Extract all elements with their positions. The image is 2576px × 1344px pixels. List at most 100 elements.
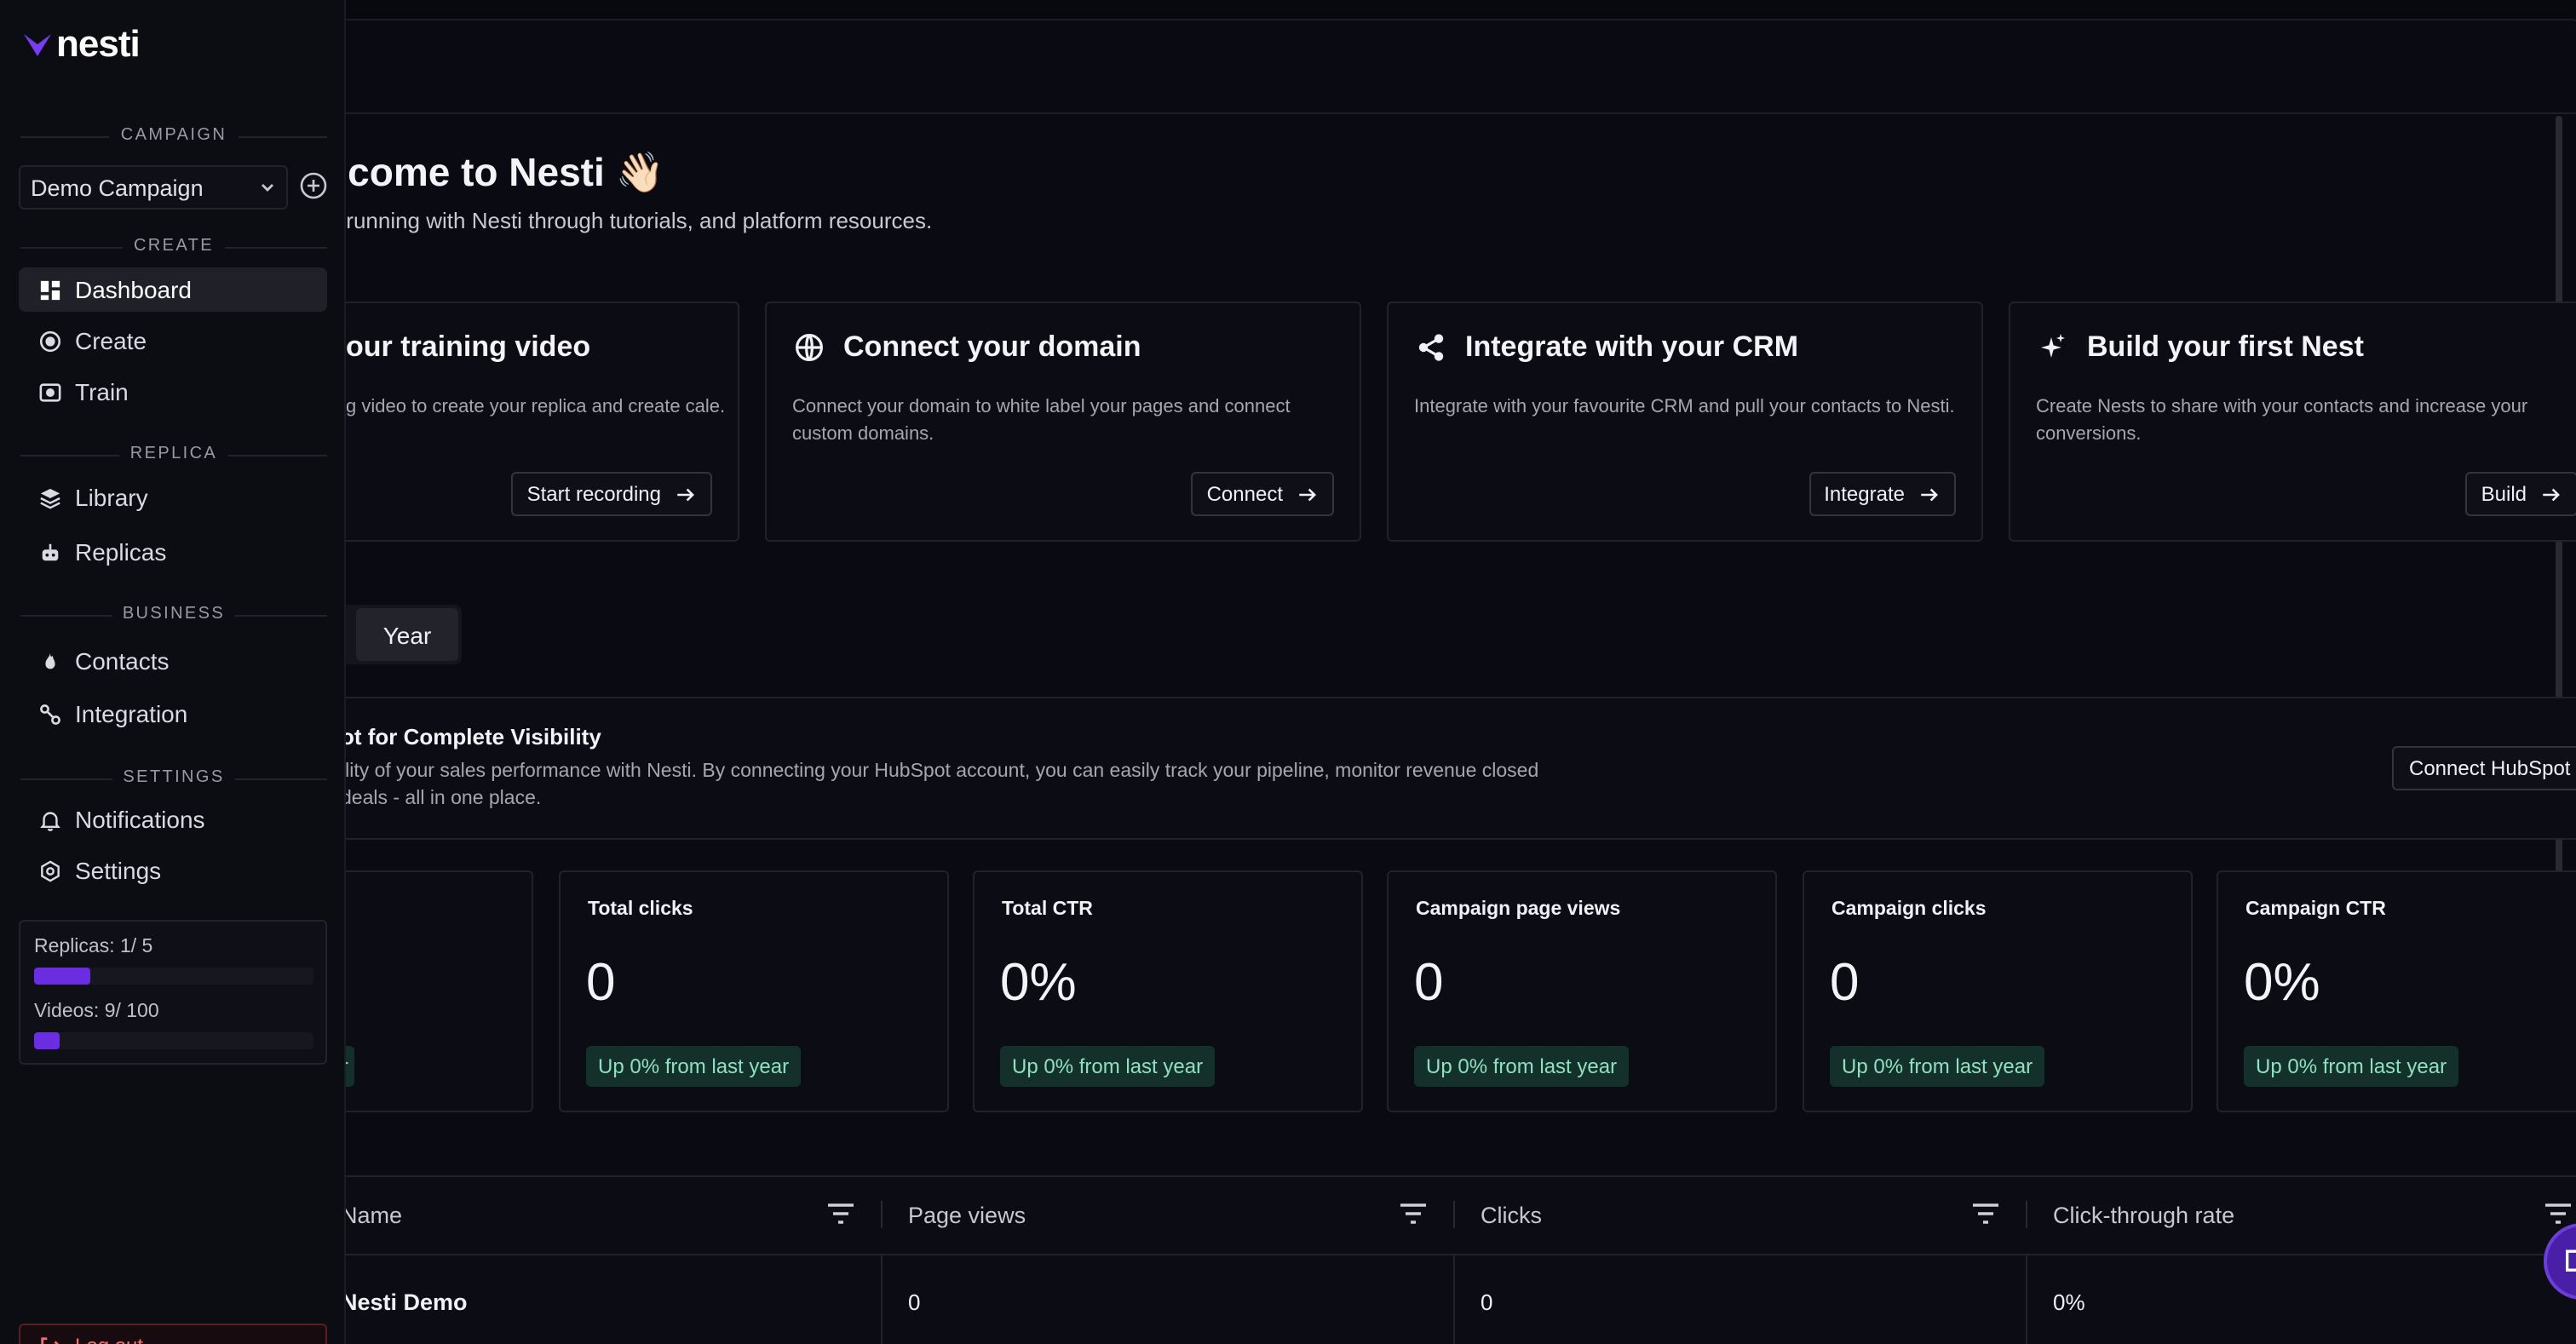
- stat-value: 0: [1414, 952, 1444, 1012]
- sidebar-item-label: Settings: [75, 857, 162, 884]
- section-label: SETTINGS: [123, 768, 225, 787]
- sidebar-item-label: Notifications: [75, 806, 205, 833]
- dashboard-icon: [40, 279, 60, 300]
- filter-icon[interactable]: [826, 1201, 855, 1226]
- column-divider: [1453, 1201, 1455, 1228]
- stat-label: Total CTR: [1002, 899, 1093, 920]
- sidebar-item-settings[interactable]: Settings: [19, 848, 327, 893]
- campaign-select-value: Demo Campaign: [31, 175, 204, 200]
- button-label: Build: [2481, 482, 2527, 506]
- stat-change-badge: Up 0% from last year: [1414, 1046, 1630, 1087]
- video-frame-icon: [39, 382, 61, 401]
- arrow-right-icon: [1299, 487, 1316, 501]
- hubspot-description: ility of your sales performance with Nes…: [341, 761, 1539, 808]
- stat-label: Campaign page views: [1416, 899, 1621, 920]
- stat-change-badge: Up 0% from last year: [1830, 1046, 2045, 1087]
- section-label: BUSINESS: [122, 605, 226, 623]
- table-header-clicks[interactable]: Clicks: [1481, 1203, 1542, 1228]
- build-button[interactable]: Build: [2465, 472, 2576, 516]
- stat-card-total-ctr: Total CTR 0% Up 0% from last year: [973, 870, 1363, 1112]
- add-campaign-icon[interactable]: [300, 172, 327, 199]
- filter-icon[interactable]: [1971, 1201, 2000, 1226]
- top-bar: [332, 20, 2576, 114]
- stat-label: Campaign clicks: [1831, 899, 1987, 920]
- sidebar-item-label: Replicas: [75, 538, 167, 566]
- start-recording-button[interactable]: Start recording: [511, 472, 712, 516]
- sidebar-item-contacts[interactable]: Contacts: [19, 639, 327, 683]
- stat-value: 0: [586, 952, 616, 1012]
- stat-label: Total clicks: [588, 899, 693, 920]
- videos-usage-bar: [34, 1032, 313, 1049]
- arrow-right-icon: [1921, 487, 1938, 501]
- flame-icon: [45, 651, 55, 669]
- card-description: g video to create your replica and creat…: [346, 397, 726, 417]
- table-cell-name[interactable]: Nesti Demo: [341, 1289, 468, 1315]
- stat-card-campaign-page-views: Campaign page views 0 Up 0% from last ye…: [1387, 870, 1777, 1112]
- nesti-logo[interactable]: nesti: [22, 22, 141, 66]
- card-description: Create Nests to share with your contacts…: [2036, 397, 2528, 444]
- table-header-page-views[interactable]: Page views: [908, 1203, 1026, 1228]
- logo-mark-icon: [24, 34, 51, 56]
- filter-icon[interactable]: [2544, 1201, 2573, 1226]
- table-cell-ctr: 0%: [2053, 1289, 2085, 1315]
- sidebar-item-label: Create: [75, 327, 147, 354]
- stat-card-total-clicks: Total clicks 0 Up 0% from last year: [559, 870, 949, 1112]
- bell-icon: [40, 811, 60, 830]
- sidebar-item-dashboard[interactable]: Dashboard: [19, 267, 327, 312]
- record-icon: [39, 330, 61, 352]
- card-title: Integrate with your CRM: [1465, 330, 1799, 363]
- connect-domain-button[interactable]: Connect: [1191, 472, 1334, 516]
- sparkle-icon: [2041, 334, 2065, 358]
- card-title: Connect your domain: [843, 330, 1141, 363]
- stat-change-badge: Up 0% from last year: [1000, 1046, 1216, 1087]
- card-build-nest: Build your first Nest Create Nests to sh…: [2009, 302, 2576, 542]
- period-year-tab[interactable]: Year: [356, 608, 458, 661]
- main-content: welcome to Nesti 👋🏻 o and running with N…: [0, 0, 2576, 1344]
- sidebar-item-create[interactable]: Create: [19, 319, 327, 363]
- section-settings: SETTINGS: [20, 768, 327, 789]
- sidebar-item-notifications[interactable]: Notifications: [19, 797, 327, 841]
- sidebar: nesti CAMPAIGN Demo Campaign CREATE Dash…: [0, 0, 346, 1344]
- chevron-down-icon: [262, 184, 273, 192]
- arrow-right-icon: [2543, 487, 2560, 501]
- stat-label: Campaign CTR: [2245, 899, 2386, 920]
- section-label: REPLICA: [129, 445, 218, 463]
- logout-button[interactable]: Log out: [19, 1324, 327, 1344]
- section-business: BUSINESS: [20, 605, 327, 625]
- table-cell-clicks: 0: [1481, 1289, 1493, 1315]
- table-header-ctr[interactable]: Click-through rate: [2053, 1203, 2234, 1228]
- card-title: Build your first Nest: [2087, 330, 2364, 363]
- robot-icon: [42, 543, 59, 560]
- table-cell-page-views: 0: [908, 1289, 921, 1315]
- integrate-button[interactable]: Integrate: [1808, 472, 1956, 516]
- gear-icon: [41, 859, 60, 882]
- filter-icon[interactable]: [1399, 1201, 1428, 1226]
- connect-hubspot-button[interactable]: Connect HubSpot: [2392, 746, 2576, 790]
- app-root: welcome to Nesti 👋🏻 o and running with N…: [0, 0, 2576, 1344]
- sidebar-item-integration[interactable]: Integration: [19, 692, 327, 736]
- column-divider: [1453, 1255, 1455, 1344]
- videos-usage-fill: [34, 1032, 60, 1049]
- logout-label: Log out: [75, 1334, 143, 1344]
- section-label: CREATE: [133, 237, 215, 256]
- arrow-right-icon: [677, 487, 694, 501]
- sidebar-item-train[interactable]: Train: [19, 370, 327, 414]
- card-integrate-crm: Integrate with your CRM Integrate with y…: [1387, 302, 1983, 542]
- card-title: our training video: [346, 330, 591, 363]
- replicas-usage-label: Replicas: 1/ 5: [34, 937, 153, 957]
- section-create: CREATE: [20, 237, 327, 257]
- sidebar-item-library[interactable]: Library: [19, 475, 327, 520]
- sidebar-item-replicas[interactable]: Replicas: [19, 530, 327, 574]
- sidebar-item-label: Integration: [75, 700, 188, 727]
- column-divider: [2026, 1201, 2027, 1228]
- replicas-usage-bar: [34, 968, 313, 985]
- page-subtitle: o and running with Nesti through tutoria…: [285, 208, 933, 233]
- campaign-select[interactable]: Demo Campaign: [19, 165, 288, 210]
- table-header-name[interactable]: Name: [341, 1203, 402, 1228]
- plug-icon: [40, 704, 60, 724]
- hubspot-title: ot for Complete Visibility: [341, 724, 601, 750]
- card-description: Connect your domain to white label your …: [792, 397, 1291, 444]
- sidebar-item-label: Library: [75, 484, 148, 511]
- button-label: Integrate: [1824, 482, 1905, 506]
- button-label: Connect: [1206, 482, 1283, 506]
